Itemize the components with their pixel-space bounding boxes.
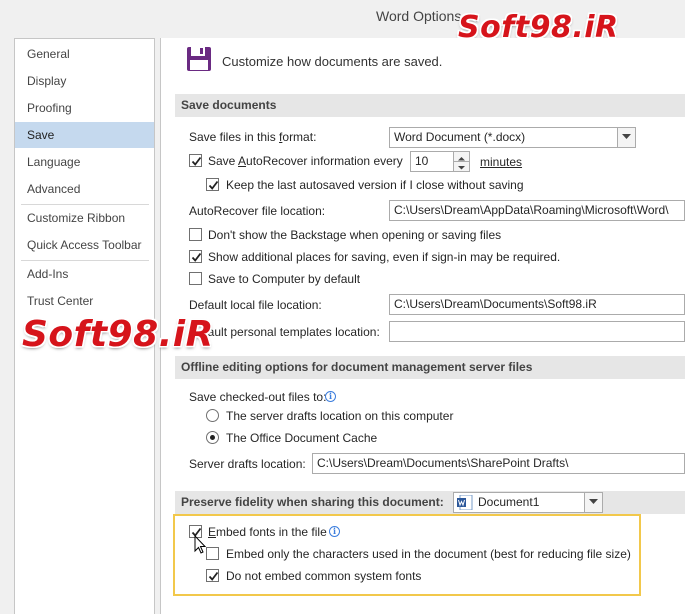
default-local-location-input[interactable]: C:\Users\Dream\Documents\Soft98.iR (389, 294, 685, 315)
sidebar-item-add-ins[interactable]: Add-Ins (15, 261, 154, 287)
chevron-down-icon[interactable] (584, 493, 602, 512)
dont-show-backstage-checkbox[interactable] (189, 228, 202, 241)
watermark-left: Soft98.iR (22, 314, 214, 355)
chevron-down-icon[interactable] (617, 128, 635, 147)
section-offline-editing: Offline editing options for document man… (175, 356, 685, 379)
save-format-value: Word Document (*.docx) (394, 130, 526, 144)
default-templates-location-input[interactable] (389, 321, 685, 342)
do-not-embed-system-fonts-label: Do not embed common system fonts (226, 569, 422, 583)
autorecover-location-input[interactable]: C:\Users\Dream\AppData\Roaming\Microsoft… (389, 200, 685, 221)
minutes-label: minutes (480, 155, 523, 169)
sidebar-item-quick-access-toolbar[interactable]: Quick Access Toolbar (15, 232, 154, 258)
keep-last-autosaved-checkbox[interactable] (206, 178, 219, 191)
spinner-buttons[interactable] (453, 152, 469, 171)
save-format-select[interactable]: Word Document (*.docx) (389, 127, 636, 148)
save-disk-icon (187, 47, 211, 71)
show-additional-places-checkbox[interactable] (189, 250, 202, 263)
save-to-computer-label: Save to Computer by default (208, 272, 361, 286)
info-icon: i (329, 526, 340, 537)
save-format-label: Save files in this format: (189, 130, 317, 144)
sidebar-item-display[interactable]: Display (15, 68, 154, 94)
autorecover-checkbox[interactable] (189, 154, 202, 167)
autorecover-label: Save AutoRecover information every (208, 154, 403, 168)
save-to-computer-checkbox[interactable] (189, 272, 202, 285)
radio-server-drafts[interactable] (206, 409, 219, 422)
fidelity-document-select[interactable]: Document1 (453, 492, 603, 513)
preserve-fidelity-label: Preserve fidelity when sharing this docu… (181, 495, 444, 509)
server-drafts-location-label: Server drafts location: (189, 457, 306, 471)
sidebar-item-advanced[interactable]: Advanced (15, 176, 154, 202)
info-icon: i (325, 391, 336, 402)
show-additional-places-label: Show additional places for saving, even … (208, 250, 561, 264)
sidebar-item-proofing[interactable]: Proofing (15, 95, 154, 121)
default-templates-location-label: Default personal templates location: (189, 325, 380, 339)
embed-only-used-characters-label: Embed only the characters used in the do… (226, 547, 631, 561)
word-document-icon (457, 495, 473, 510)
embed-only-used-characters-checkbox[interactable] (206, 547, 219, 560)
checked-out-files-label: Save checked-out files to: (189, 390, 327, 404)
autorecover-minutes-value: 10 (415, 154, 429, 168)
autorecover-location-label: AutoRecover file location: (189, 204, 326, 218)
radio-selected-dot (210, 435, 215, 440)
sidebar-item-general[interactable]: General (15, 41, 154, 67)
sidebar-item-customize-ribbon[interactable]: Customize Ribbon (15, 205, 154, 231)
keep-last-autosaved-label: Keep the last autosaved version if I clo… (226, 178, 524, 192)
window-title: Word Options (376, 8, 462, 24)
office-cache-option-label: The Office Document Cache (226, 431, 378, 445)
embed-fonts-label: Embed fonts in the file (208, 525, 327, 539)
fidelity-document-value: Document1 (478, 495, 540, 509)
server-drafts-location-input[interactable]: C:\Users\Dream\Documents\SharePoint Draf… (312, 453, 685, 474)
do-not-embed-system-fonts-checkbox[interactable] (206, 569, 219, 582)
mouse-cursor-icon (194, 535, 207, 554)
sidebar-item-language[interactable]: Language (15, 149, 154, 175)
page-heading: Customize how documents are saved. (222, 54, 443, 69)
spin-up-icon[interactable] (454, 152, 469, 161)
autorecover-minutes-stepper[interactable]: 10 (410, 151, 470, 172)
default-local-location-label: Default local file location: (189, 298, 322, 312)
section-preserve-fidelity: Preserve fidelity when sharing this docu… (175, 491, 685, 514)
sidebar-item-trust-center[interactable]: Trust Center (15, 288, 154, 314)
dont-show-backstage-label: Don't show the Backstage when opening or… (208, 228, 502, 242)
spin-down-icon[interactable] (454, 161, 469, 170)
server-drafts-option-label: The server drafts location on this compu… (226, 409, 454, 423)
section-save-documents: Save documents (175, 94, 685, 117)
sidebar-item-save[interactable]: Save (15, 122, 154, 148)
radio-office-document-cache[interactable] (206, 431, 219, 444)
